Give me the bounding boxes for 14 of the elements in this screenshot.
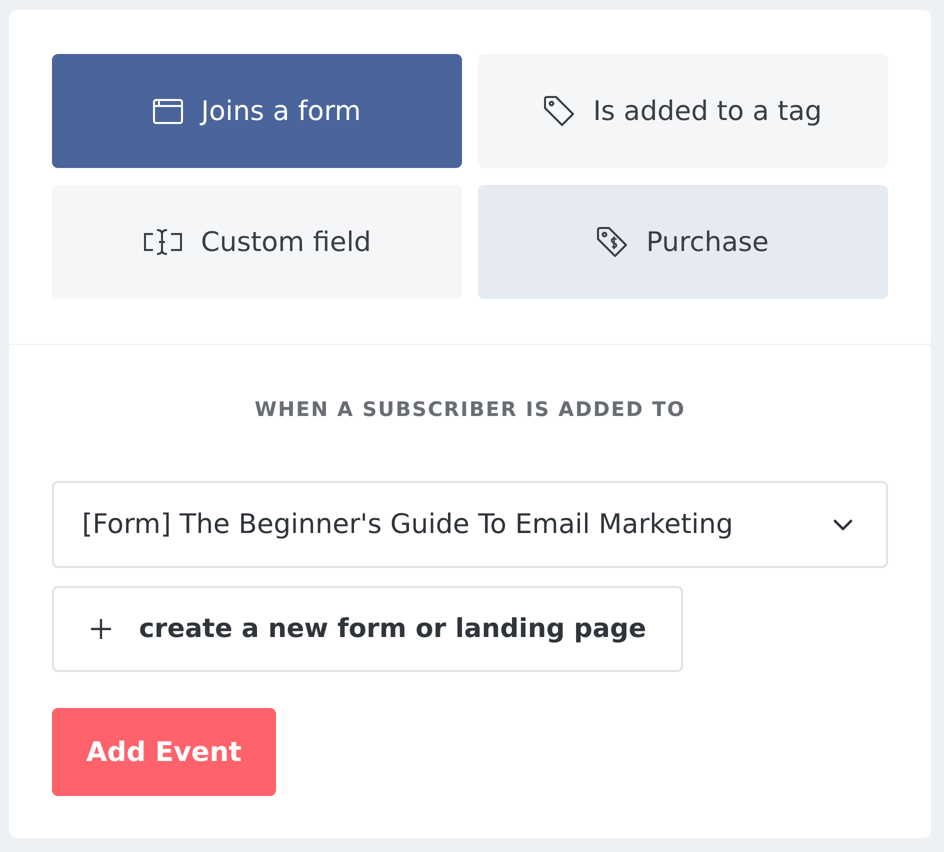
create-form-button[interactable]: create a new form or landing page	[52, 586, 683, 672]
dropdown-value: [Form] The Beginner's Guide To Email Marketing	[82, 509, 734, 540]
trigger-tab[interactable]: Custom field	[52, 185, 462, 299]
chevron-down-icon	[833, 518, 853, 530]
window-icon	[153, 98, 184, 124]
tag-icon	[544, 96, 576, 126]
trigger-tab[interactable]: Is added to a tag	[478, 54, 888, 168]
section-heading: WHEN A SUBSCRIBER IS ADDED TO	[254, 397, 686, 421]
form-dropdown[interactable]: [Form] The Beginner's Guide To Email Marketing	[52, 481, 888, 568]
trigger-tab[interactable]: Purchase	[478, 185, 888, 299]
text-field-icon	[142, 229, 183, 255]
price-tag-icon	[597, 226, 628, 258]
plus-icon	[91, 619, 111, 639]
trigger-tab[interactable]: Joins a form	[52, 54, 462, 168]
